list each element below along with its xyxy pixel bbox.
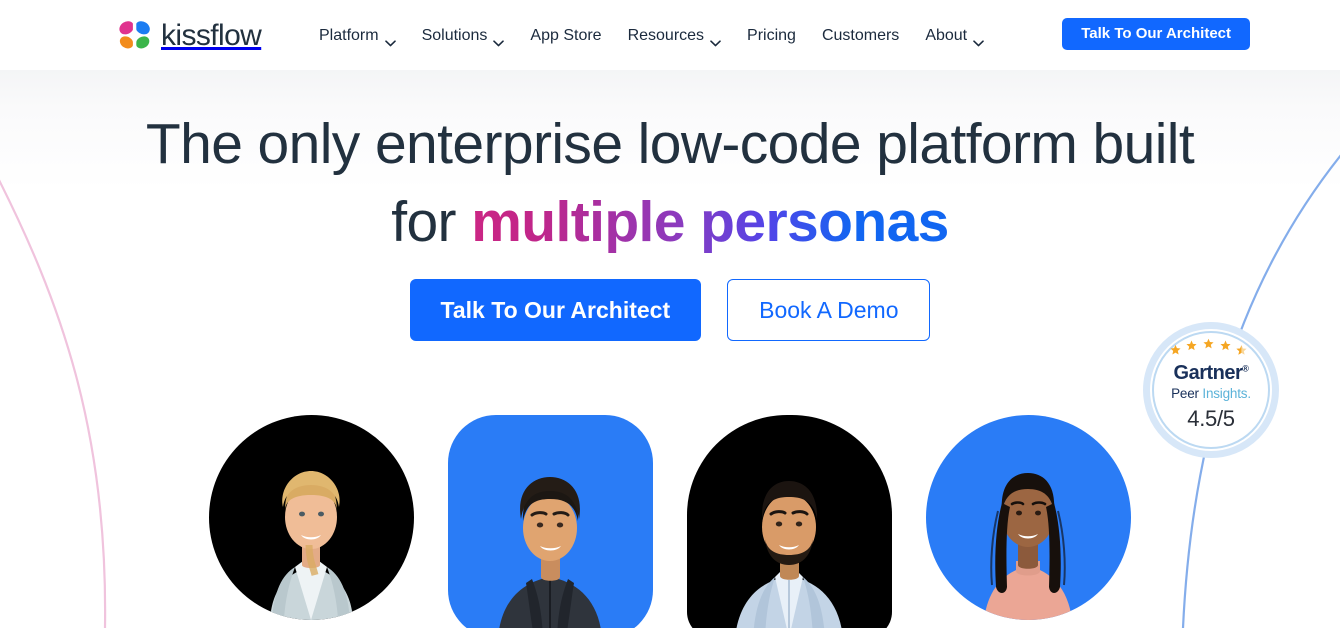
nav-item-solutions[interactable]: Solutions [409,24,518,48]
brand-logo[interactable]: kissflow [118,17,262,53]
chevron-down-icon [973,34,984,46]
chevron-down-icon [493,34,505,46]
hero-headline: The only enterprise low-code platform bu… [0,105,1340,261]
badge-subtitle-light: Insights. [1202,386,1251,401]
badge-brand-text: Gartner [1173,362,1243,384]
hero-talk-to-architect-button[interactable]: Talk To Our Architect [409,279,702,341]
hero-book-a-demo-button[interactable]: Book A Demo [727,279,931,341]
brand-name: kissflow [161,19,262,52]
nav-item-customers[interactable]: Customers [809,24,912,48]
chevron-down-icon [710,34,721,46]
chevron-down-icon [384,34,396,46]
headline-line-2-plain: for [391,190,472,254]
header-talk-to-architect-button[interactable]: Talk To Our Architect [1062,18,1250,50]
persona-card-1[interactable] [209,415,414,620]
persona-portrait-4 [984,473,1072,620]
nav-item-resources[interactable]: Resources [615,24,734,48]
nav-item-label: Solutions [421,27,488,44]
nav-item-pricing[interactable]: Pricing [734,24,809,48]
nav-item-label: Resources [627,27,705,44]
nav-item-label: Platform [319,27,379,44]
persona-card-2[interactable] [448,415,653,628]
persona-portrait-2 [499,477,601,628]
persona-card-3[interactable] [687,415,892,628]
headline-gradient-phrase: multiple personas [471,190,949,254]
four-and-half-stars-icon [1169,337,1253,357]
badge-trademark: ® [1242,363,1249,374]
badge-brand-name: Gartner® [1174,363,1249,383]
nav-item-label: App Store [530,27,602,44]
nav-item-platform[interactable]: Platform [313,24,409,48]
headline-line-1: The only enterprise low-code platform bu… [145,112,1195,176]
nav-item-label: Customers [821,27,900,44]
hero-cta-row: Talk To Our Architect Book A Demo [0,279,1340,341]
badge-subtitle-dark: Peer [1171,386,1203,401]
persona-card-4[interactable] [926,415,1131,620]
persona-portrait-3 [736,481,842,628]
nav-item-about[interactable]: About [912,24,997,48]
nav-item-label: About [925,27,968,44]
main-navigation: Platform Solutions App Store Resources P… [313,24,997,48]
landing-page: kissflow Platform Solutions App Store Re… [0,0,1340,628]
badge-rating-score: 4.5/5 [1187,405,1235,431]
kissflow-butterfly-logo-icon [118,20,152,51]
nav-item-label: Pricing [747,27,796,44]
site-header: kissflow Platform Solutions App Store Re… [0,0,1340,70]
badge-subtitle: Peer Insights. [1171,387,1251,401]
gartner-peer-insights-badge[interactable]: Gartner® Peer Insights. 4.5/5 [1143,322,1279,458]
persona-portrait-1 [270,471,353,620]
nav-item-app-store[interactable]: App Store [517,24,614,48]
hero-section: The only enterprise low-code platform bu… [0,70,1340,628]
badge-content: Gartner® Peer Insights. 4.5/5 [1143,322,1279,458]
persona-avatar-row [0,415,1340,628]
